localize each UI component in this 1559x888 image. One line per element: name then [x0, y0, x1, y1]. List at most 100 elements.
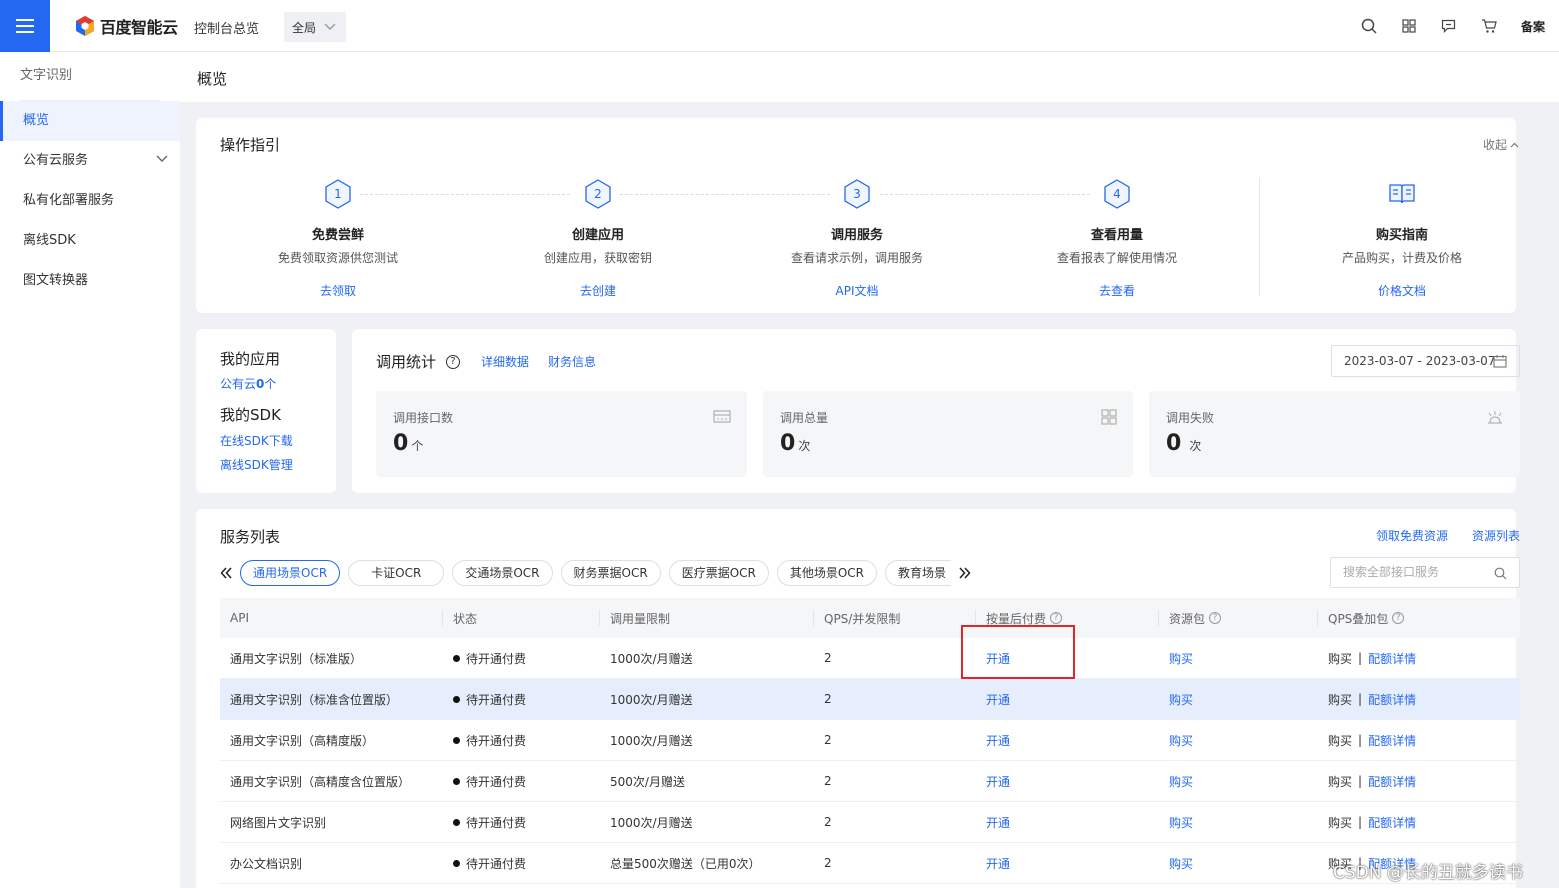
- limit-cell: 总量500次赠送（已用0次）: [610, 856, 761, 871]
- buy-qps-link[interactable]: 购买: [1328, 732, 1352, 749]
- price-docs-link[interactable]: 价格文档: [1282, 282, 1522, 299]
- step-number-icon: 1: [325, 179, 351, 209]
- help-icon[interactable]: ?: [1209, 612, 1222, 624]
- tab-traffic-ocr[interactable]: 交通场景OCR: [452, 560, 553, 586]
- column-header-resource-pack: 资源包?: [1159, 598, 1318, 638]
- console-overview-link[interactable]: 控制台总览: [194, 18, 259, 37]
- tab-card-ocr[interactable]: 卡证OCR: [348, 560, 445, 586]
- svg-text:1: 1: [334, 187, 342, 201]
- my-sdk-title: 我的SDK: [220, 406, 281, 424]
- finance-info-link[interactable]: 财务信息: [548, 353, 596, 370]
- quota-detail-link[interactable]: 配额详情: [1368, 814, 1416, 831]
- help-icon[interactable]: ?: [1392, 612, 1405, 624]
- double-chevron-left-icon[interactable]: [220, 567, 232, 579]
- step-desc: 查看报表了解使用情况: [1056, 251, 1177, 265]
- buy-resource-pack-link[interactable]: 购买: [1169, 732, 1193, 749]
- qps-cell: 2: [824, 856, 832, 870]
- tab-medical-ocr[interactable]: 医疗票据OCR: [668, 560, 769, 586]
- guide-step: 4 查看用量 查看报表了解使用情况 去查看: [997, 178, 1237, 299]
- offline-sdk-manage-link[interactable]: 离线SDK管理: [220, 456, 293, 473]
- quota-detail-link[interactable]: 配额详情: [1368, 732, 1416, 749]
- buy-resource-pack-link[interactable]: 购买: [1169, 855, 1193, 872]
- online-sdk-download-link[interactable]: 在线SDK下载: [220, 432, 293, 449]
- svg-text:3: 3: [853, 187, 861, 201]
- detail-data-link[interactable]: 详细数据: [481, 353, 529, 370]
- svg-text:4: 4: [1113, 187, 1121, 201]
- stat-value: 0次: [1166, 431, 1202, 456]
- step-link-claim[interactable]: 去领取: [218, 282, 458, 299]
- enable-postpay-link[interactable]: 开通: [986, 732, 1010, 749]
- buy-qps-link[interactable]: 购买: [1328, 773, 1352, 790]
- brand-name: 百度智能云: [100, 18, 178, 37]
- buy-qps-link[interactable]: 购买: [1328, 691, 1352, 708]
- table-row: 办公文档识别 待开通付费 总量500次赠送（已用0次） 2 开通 购买 购买 | 配…: [220, 843, 1520, 884]
- message-icon[interactable]: [1429, 19, 1469, 33]
- resource-list-link[interactable]: 资源列表: [1472, 527, 1520, 544]
- step-title: 免费尝鲜: [311, 228, 364, 243]
- enable-postpay-link[interactable]: 开通: [986, 650, 1010, 667]
- step-title: 查看用量: [1090, 228, 1143, 243]
- beian-link[interactable]: 备案: [1521, 18, 1545, 35]
- collapse-toggle[interactable]: 收起: [1483, 136, 1519, 153]
- search-icon[interactable]: [1494, 567, 1507, 580]
- table-row: 通用文字识别（高精度含位置版） 待开通付费 500次/月赠送 2 开通 购买 购…: [220, 761, 1520, 802]
- guide-divider: [1259, 178, 1260, 296]
- sidebar: 文字识别 概览 公有云服务 私有化部署服务 离线SDK 图文转换器: [0, 52, 180, 888]
- status-cell: 待开通付费: [443, 638, 600, 678]
- quota-detail-link[interactable]: 配额详情: [1368, 650, 1416, 667]
- qps-cell: 2: [824, 651, 832, 665]
- step-link-create[interactable]: 去创建: [478, 282, 718, 299]
- sidebar-item-public-cloud[interactable]: 公有云服务: [0, 141, 180, 181]
- tab-finance-ocr[interactable]: 财务票据OCR: [560, 560, 661, 586]
- help-icon[interactable]: ?: [1050, 612, 1063, 624]
- buy-resource-pack-link[interactable]: 购买: [1169, 650, 1193, 667]
- sidebar-item-offline-sdk[interactable]: 离线SDK: [0, 221, 180, 261]
- apps-grid-icon[interactable]: [1389, 19, 1429, 33]
- cart-icon[interactable]: [1469, 18, 1509, 34]
- search-icon[interactable]: [1349, 18, 1389, 34]
- qps-cell: 2: [824, 692, 832, 706]
- status-dot-icon: [453, 859, 460, 867]
- enable-postpay-link[interactable]: 开通: [986, 855, 1010, 872]
- sidebar-item-converter[interactable]: 图文转换器: [0, 261, 180, 301]
- step-link-api-docs[interactable]: API文档: [737, 282, 977, 299]
- buy-resource-pack-link[interactable]: 购买: [1169, 773, 1193, 790]
- help-icon[interactable]: ?: [446, 354, 461, 369]
- step-desc: 免费领取资源供您测试: [277, 251, 398, 265]
- enable-postpay-link[interactable]: 开通: [986, 691, 1010, 708]
- guide-step: 2 创建应用 创建应用，获取密钥 去创建: [478, 178, 718, 299]
- buy-qps-link[interactable]: 购买: [1328, 650, 1352, 667]
- buy-resource-pack-link[interactable]: 购买: [1169, 814, 1193, 831]
- tab-other-ocr[interactable]: 其他场景OCR: [776, 560, 878, 586]
- tab-general-ocr[interactable]: 通用场景OCR: [240, 560, 341, 586]
- public-cloud-apps-link[interactable]: 公有云0个: [220, 375, 276, 392]
- guide-title: 操作指引: [220, 136, 281, 154]
- status-cell: 待开通付费: [443, 679, 600, 719]
- step-number-icon: 4: [1104, 179, 1130, 209]
- quota-detail-link[interactable]: 配额详情: [1368, 691, 1416, 708]
- buy-resource-pack-link[interactable]: 购买: [1169, 691, 1193, 708]
- brand-logo[interactable]: 百度智能云: [74, 14, 178, 38]
- free-resource-link[interactable]: 领取免费资源: [1376, 527, 1448, 544]
- table-row: 通用文字识别（标准版） 待开通付费 1000次/月赠送 2 开通 购买 购买 | 配…: [220, 638, 1520, 679]
- step-link-view-usage[interactable]: 去查看: [997, 282, 1237, 299]
- buy-qps-link[interactable]: 购买: [1328, 814, 1352, 831]
- date-range-picker[interactable]: 2023-03-07 - 2023-03-07: [1331, 345, 1520, 377]
- status-dot-icon: [453, 777, 460, 785]
- book-icon: [1389, 184, 1415, 204]
- enable-postpay-link[interactable]: 开通: [986, 773, 1010, 790]
- quota-detail-link[interactable]: 配额详情: [1368, 773, 1416, 790]
- menu-icon[interactable]: [0, 0, 50, 52]
- service-search-input[interactable]: 搜索全部接口服务: [1330, 557, 1520, 588]
- enable-postpay-link[interactable]: 开通: [986, 814, 1010, 831]
- api-name: 办公文档识别: [230, 856, 303, 871]
- sidebar-item-private-deploy[interactable]: 私有化部署服务: [0, 181, 180, 221]
- stat-card-total: 调用总量 0次: [763, 391, 1133, 477]
- top-bar: 百度智能云 控制台总览 全局 备案: [0, 0, 1559, 52]
- tab-education-ocr[interactable]: 教育场景: [885, 560, 952, 586]
- svg-text:2: 2: [594, 187, 602, 201]
- sidebar-item-overview[interactable]: 概览: [0, 101, 180, 141]
- guide-step: 3 调用服务 查看请求示例，调用服务 API文档: [737, 178, 977, 299]
- double-chevron-right-icon[interactable]: [959, 567, 971, 579]
- region-select[interactable]: 全局: [284, 12, 346, 42]
